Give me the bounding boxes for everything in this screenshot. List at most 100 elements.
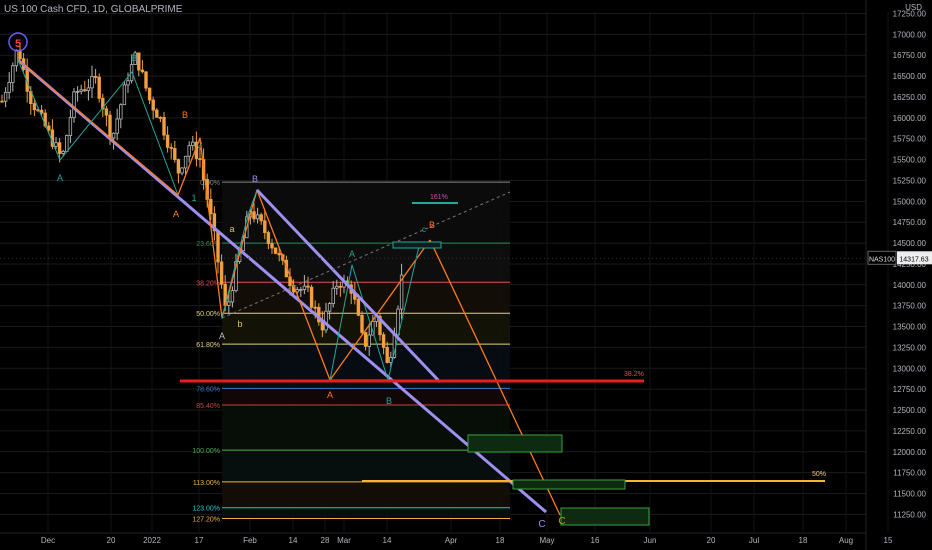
candle-body	[176, 159, 181, 174]
y-axis: 17250.0017000.0016750.0016500.0016250.00…	[867, 10, 932, 519]
candle-body	[363, 332, 368, 347]
candle-body	[338, 285, 343, 288]
y-tick-label: 15750.00	[893, 135, 927, 144]
y-tick-label: 17000.00	[893, 30, 927, 39]
wave-label-Ao: A	[327, 390, 333, 400]
candle-body	[219, 261, 224, 285]
candle-body	[72, 91, 76, 119]
candle-body	[79, 89, 83, 92]
x-tick-label: Mar	[337, 536, 351, 545]
candle-body	[273, 247, 278, 254]
candle-body	[360, 314, 364, 333]
candle-body	[162, 116, 166, 136]
candle-body	[68, 117, 73, 136]
candle-body	[65, 135, 69, 152]
fib-level-label: 38.20%	[196, 280, 220, 287]
candle-body	[61, 150, 65, 154]
candle-body	[169, 146, 173, 149]
fib-retracement: 0.00%23.60%38.20%50.00%61.80%78.60%85.40…	[192, 180, 510, 524]
candle-body	[356, 298, 361, 316]
y-tick-label: 15000.00	[893, 197, 927, 206]
candle-body	[173, 148, 177, 160]
wave-label-Co: C	[558, 516, 565, 527]
candle-body	[266, 232, 271, 245]
wave-label-Cw: C	[538, 519, 545, 530]
candle-body	[54, 142, 58, 147]
fib-level-label: 113.00%	[193, 480, 220, 487]
y-tick-label: 13750.00	[893, 302, 927, 311]
x-tick-label: May	[539, 536, 554, 545]
x-tick-label: Dec	[41, 536, 55, 545]
y-tick-label: 16500.00	[893, 72, 927, 81]
x-tick-label: Jun	[644, 536, 657, 545]
fib-level-label: 85.40%	[196, 403, 220, 410]
candle-body	[259, 214, 263, 222]
candle-body	[140, 69, 145, 73]
x-tick-label: 17	[195, 536, 204, 545]
fib-level-label: 127.20%	[192, 517, 220, 524]
wave-label-w5: 5	[15, 38, 21, 50]
wave-label-Bmain: B	[252, 174, 258, 184]
candle-body	[209, 198, 213, 215]
fib-zone	[222, 243, 510, 283]
wave-label-one: 1	[191, 193, 196, 203]
candle-body	[335, 285, 339, 289]
candle-body	[309, 286, 314, 308]
candle-body	[227, 301, 231, 306]
y-tick-label: 14750.00	[893, 218, 927, 227]
x-tick-label: 15	[884, 536, 893, 545]
label-50-percent: 50%	[812, 471, 826, 478]
y-tick-label: 12250.00	[893, 427, 927, 436]
wave-label-cc: c	[422, 225, 426, 234]
x-tick-label: 14	[383, 536, 392, 545]
x-tick-label: Aug	[839, 536, 853, 545]
x-tick-label: 28	[321, 536, 330, 545]
currency-label: USD	[905, 3, 922, 12]
wave-label-a: a	[229, 224, 234, 234]
fib-level-label: 50.00%	[196, 311, 220, 318]
candle-body	[277, 253, 281, 256]
candle-body	[11, 65, 15, 83]
candle-body	[216, 230, 220, 263]
candle-body	[187, 145, 191, 157]
candle-body	[327, 303, 332, 312]
y-tick-label: 16000.00	[893, 114, 927, 123]
y-tick-label: 14000.00	[893, 281, 927, 290]
candle-body	[324, 310, 328, 331]
candle-body	[381, 334, 386, 348]
candle-body	[90, 76, 94, 89]
target-box-1	[467, 434, 563, 453]
wave-label-Bc: B	[429, 220, 435, 230]
candle-body	[147, 87, 152, 101]
price-tag-value: 14317.63	[899, 256, 928, 263]
x-tick-label: 14	[289, 536, 298, 545]
candle-body	[57, 142, 62, 154]
y-tick-label: 15500.00	[893, 156, 927, 165]
candle-body	[155, 109, 159, 118]
candle-body	[119, 104, 123, 120]
candle-body	[165, 134, 170, 148]
fib-zone	[222, 388, 510, 406]
candle-body	[75, 90, 80, 93]
candle-body	[47, 125, 51, 131]
candle-body	[137, 52, 141, 71]
y-tick-label: 16750.00	[893, 51, 927, 60]
x-tick-label: 16	[591, 536, 600, 545]
candle-body	[108, 114, 112, 139]
candle-body	[32, 103, 37, 111]
fib-level-label: 61.80%	[196, 342, 220, 349]
candle-body	[252, 211, 256, 220]
x-tick-label: 20	[707, 536, 716, 545]
candle-body	[302, 285, 307, 290]
y-tick-label: 14500.00	[893, 239, 927, 248]
candle-body	[115, 118, 119, 134]
x-tick-label: Apr	[445, 536, 458, 545]
candle-body	[3, 91, 8, 102]
price-chart[interactable]: 0.00%23.60%38.20%50.00%61.80%78.60%85.40…	[0, 0, 932, 550]
fib-level-label: 100.00%	[192, 448, 220, 455]
y-tick-label: 11500.00	[893, 490, 926, 499]
candle-body	[255, 214, 260, 220]
candle-body	[97, 76, 101, 99]
candle-body	[111, 132, 116, 139]
candle-body	[7, 81, 11, 93]
